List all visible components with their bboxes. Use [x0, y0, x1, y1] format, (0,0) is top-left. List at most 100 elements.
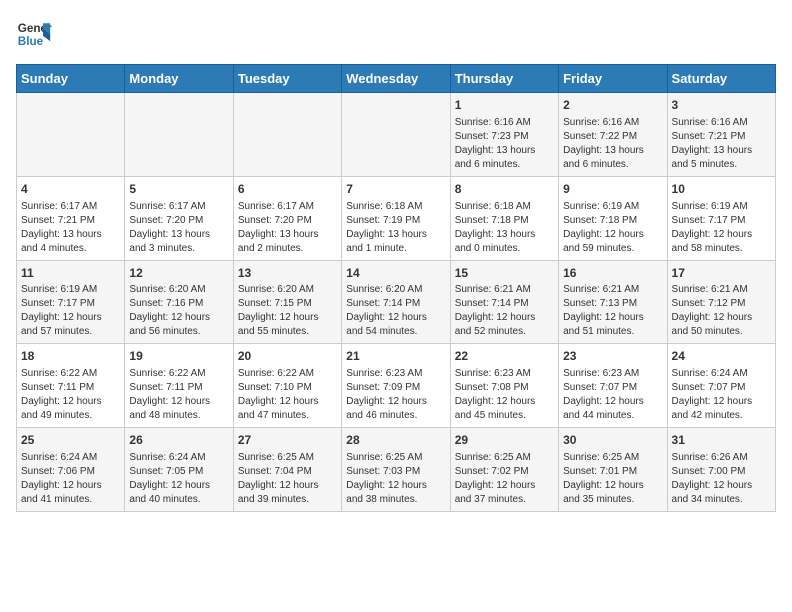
day-number: 10 [672, 181, 771, 198]
calendar-cell: 29 Sunrise: 6:25 AMSunset: 7:02 PMDayligh… [450, 428, 558, 512]
day-number: 29 [455, 432, 554, 449]
svg-text:Blue: Blue [18, 35, 44, 48]
day-number: 9 [563, 181, 662, 198]
logo: General Blue [16, 16, 52, 52]
calendar-cell: 11Sunrise: 6:19 AMSunset: 7:17 PMDayligh… [17, 260, 125, 344]
day-info: Sunrise: 6:23 AMSunset: 7:09 PMDaylight:… [346, 367, 445, 423]
calendar-cell: 26Sunrise: 6:24 AMSunset: 7:05 PMDayligh… [125, 428, 233, 512]
day-info: Sunrise: 6:20 AMSunset: 7:14 PMDaylight:… [346, 283, 445, 339]
calendar-cell: 27 Sunrise: 6:25 AMSunset: 7:04 PMDayligh… [233, 428, 341, 512]
day-info: Sunrise: 6:17 AMSunset: 7:20 PMDaylight:… [129, 200, 228, 256]
day-number: 7 [346, 181, 445, 198]
calendar-cell: 10 Sunrise: 6:19 AMSunset: 7:17 PMDayligh… [667, 176, 775, 260]
calendar-cell: 16Sunrise: 6:21 AMSunset: 7:13 PMDayligh… [559, 260, 667, 344]
calendar-cell: 6 Sunrise: 6:17 AMSunset: 7:20 PMDaylight… [233, 176, 341, 260]
day-info: Sunrise: 6:22 AMSunset: 7:10 PMDaylight:… [238, 367, 337, 423]
day-info: Sunrise: 6:26 AMSunset: 7:00 PMDaylight:… [672, 451, 771, 507]
day-number: 14 [346, 265, 445, 282]
day-number: 24 [672, 348, 771, 365]
calendar-cell [17, 93, 125, 177]
day-number: 19 [129, 348, 228, 365]
calendar-body: 1Sunrise: 6:16 AMSunset: 7:23 PMDaylight… [17, 93, 776, 512]
calendar-cell [125, 93, 233, 177]
day-number: 13 [238, 265, 337, 282]
logo-icon: General Blue [16, 16, 52, 52]
day-info: Sunrise: 6:24 AMSunset: 7:06 PMDaylight:… [21, 451, 120, 507]
calendar-cell: 5 Sunrise: 6:17 AMSunset: 7:20 PMDaylight… [125, 176, 233, 260]
header-cell-saturday: Saturday [667, 65, 775, 93]
day-info: Sunrise: 6:25 AMSunset: 7:02 PMDaylight:… [455, 451, 554, 507]
day-info: Sunrise: 6:25 AMSunset: 7:04 PMDaylight:… [238, 451, 337, 507]
day-number: 20 [238, 348, 337, 365]
day-number: 25 [21, 432, 120, 449]
day-number: 3 [672, 97, 771, 114]
day-number: 27 [238, 432, 337, 449]
calendar-cell: 9 Sunrise: 6:19 AMSunset: 7:18 PMDaylight… [559, 176, 667, 260]
day-info: Sunrise: 6:17 AMSunset: 7:20 PMDaylight:… [238, 200, 337, 256]
day-number: 23 [563, 348, 662, 365]
calendar-cell: 12Sunrise: 6:20 AMSunset: 7:16 PMDayligh… [125, 260, 233, 344]
page-header: General Blue [16, 16, 776, 52]
calendar-table: SundayMondayTuesdayWednesdayThursdayFrid… [16, 64, 776, 512]
header-cell-wednesday: Wednesday [342, 65, 450, 93]
day-number: 4 [21, 181, 120, 198]
day-number: 6 [238, 181, 337, 198]
week-row-1: 1Sunrise: 6:16 AMSunset: 7:23 PMDaylight… [17, 93, 776, 177]
header-cell-tuesday: Tuesday [233, 65, 341, 93]
calendar-header: SundayMondayTuesdayWednesdayThursdayFrid… [17, 65, 776, 93]
day-info: Sunrise: 6:23 AMSunset: 7:07 PMDaylight:… [563, 367, 662, 423]
day-number: 11 [21, 265, 120, 282]
day-number: 2 [563, 97, 662, 114]
calendar-cell: 4 Sunrise: 6:17 AMSunset: 7:21 PMDaylight… [17, 176, 125, 260]
calendar-cell: 30Sunrise: 6:25 AMSunset: 7:01 PMDayligh… [559, 428, 667, 512]
day-info: Sunrise: 6:25 AMSunset: 7:03 PMDaylight:… [346, 451, 445, 507]
day-info: Sunrise: 6:19 AMSunset: 7:18 PMDaylight:… [563, 200, 662, 256]
calendar-cell: 23 Sunrise: 6:23 AMSunset: 7:07 PMDayligh… [559, 344, 667, 428]
day-info: Sunrise: 6:16 AMSunset: 7:22 PMDaylight:… [563, 116, 662, 172]
day-info: Sunrise: 6:21 AMSunset: 7:14 PMDaylight:… [455, 283, 554, 339]
day-info: Sunrise: 6:21 AMSunset: 7:13 PMDaylight:… [563, 283, 662, 339]
day-number: 15 [455, 265, 554, 282]
calendar-cell: 17Sunrise: 6:21 AMSunset: 7:12 PMDayligh… [667, 260, 775, 344]
day-info: Sunrise: 6:24 AMSunset: 7:05 PMDaylight:… [129, 451, 228, 507]
day-number: 5 [129, 181, 228, 198]
week-row-4: 18 Sunrise: 6:22 AMSunset: 7:11 PMDayligh… [17, 344, 776, 428]
calendar-cell: 18Sunrise: 6:22 AMSunset: 7:11 PMDayligh… [17, 344, 125, 428]
day-number: 16 [563, 265, 662, 282]
day-info: Sunrise: 6:24 AMSunset: 7:07 PMDaylight:… [672, 367, 771, 423]
day-info: Sunrise: 6:21 AMSunset: 7:12 PMDaylight:… [672, 283, 771, 339]
calendar-cell: 31Sunrise: 6:26 AMSunset: 7:00 PMDayligh… [667, 428, 775, 512]
calendar-cell: 21 Sunrise: 6:23 AMSunset: 7:09 PMDayligh… [342, 344, 450, 428]
day-number: 1 [455, 97, 554, 114]
calendar-cell: 2 Sunrise: 6:16 AMSunset: 7:22 PMDaylight… [559, 93, 667, 177]
header-cell-thursday: Thursday [450, 65, 558, 93]
week-row-3: 11Sunrise: 6:19 AMSunset: 7:17 PMDayligh… [17, 260, 776, 344]
day-info: Sunrise: 6:23 AMSunset: 7:08 PMDaylight:… [455, 367, 554, 423]
header-cell-monday: Monday [125, 65, 233, 93]
day-info: Sunrise: 6:18 AMSunset: 7:18 PMDaylight:… [455, 200, 554, 256]
day-info: Sunrise: 6:19 AMSunset: 7:17 PMDaylight:… [672, 200, 771, 256]
calendar-cell: 19 Sunrise: 6:22 AMSunset: 7:11 PMDayligh… [125, 344, 233, 428]
day-number: 21 [346, 348, 445, 365]
calendar-cell: 28 Sunrise: 6:25 AMSunset: 7:03 PMDayligh… [342, 428, 450, 512]
day-number: 30 [563, 432, 662, 449]
calendar-cell: 25 Sunrise: 6:24 AMSunset: 7:06 PMDayligh… [17, 428, 125, 512]
day-info: Sunrise: 6:16 AMSunset: 7:21 PMDaylight:… [672, 116, 771, 172]
day-number: 22 [455, 348, 554, 365]
day-number: 8 [455, 181, 554, 198]
day-info: Sunrise: 6:22 AMSunset: 7:11 PMDaylight:… [129, 367, 228, 423]
day-info: Sunrise: 6:17 AMSunset: 7:21 PMDaylight:… [21, 200, 120, 256]
day-number: 28 [346, 432, 445, 449]
day-info: Sunrise: 6:19 AMSunset: 7:17 PMDaylight:… [21, 283, 120, 339]
header-cell-sunday: Sunday [17, 65, 125, 93]
day-info: Sunrise: 6:18 AMSunset: 7:19 PMDaylight:… [346, 200, 445, 256]
calendar-cell [342, 93, 450, 177]
calendar-cell [233, 93, 341, 177]
week-row-5: 25 Sunrise: 6:24 AMSunset: 7:06 PMDayligh… [17, 428, 776, 512]
calendar-cell: 7 Sunrise: 6:18 AMSunset: 7:19 PMDaylight… [342, 176, 450, 260]
week-row-2: 4 Sunrise: 6:17 AMSunset: 7:21 PMDaylight… [17, 176, 776, 260]
day-info: Sunrise: 6:20 AMSunset: 7:15 PMDaylight:… [238, 283, 337, 339]
calendar-cell: 22 Sunrise: 6:23 AMSunset: 7:08 PMDayligh… [450, 344, 558, 428]
day-number: 17 [672, 265, 771, 282]
day-number: 18 [21, 348, 120, 365]
